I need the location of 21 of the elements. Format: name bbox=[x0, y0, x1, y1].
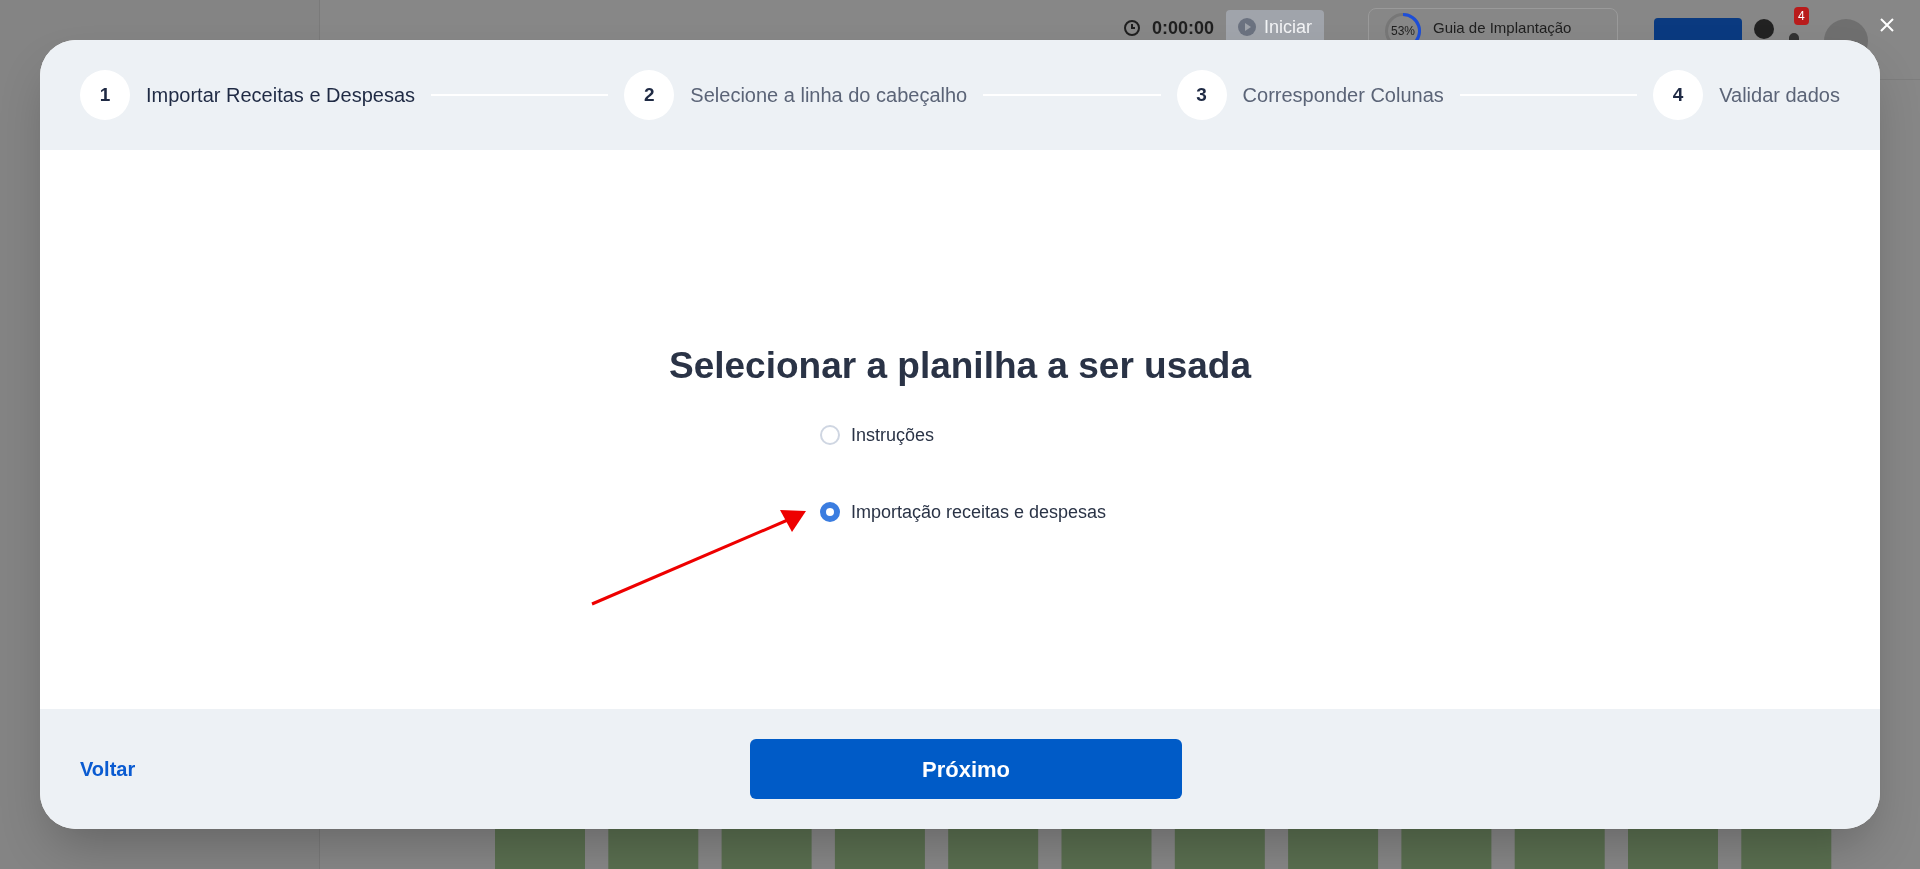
timer: 0:00:00 bbox=[1151, 19, 1214, 37]
clock-icon bbox=[1123, 20, 1140, 36]
close-icon[interactable] bbox=[1879, 17, 1895, 33]
radio-button[interactable] bbox=[819, 502, 840, 522]
radio-option[interactable]: Importação receitas e despesas bbox=[819, 498, 1107, 526]
progress-percent: 53% bbox=[1391, 25, 1415, 37]
guide-title: Guia de Implantação bbox=[1433, 18, 1572, 38]
step-number: 1 bbox=[80, 70, 130, 120]
step-label: Importar Receitas e Despesas bbox=[146, 83, 415, 108]
step-number: 3 bbox=[1176, 70, 1227, 120]
step-label: Validar dados bbox=[1719, 83, 1840, 108]
step-number: 2 bbox=[624, 70, 675, 120]
next-button[interactable]: Próximo bbox=[750, 739, 1182, 799]
back-link[interactable]: Voltar bbox=[80, 754, 136, 784]
radio-option[interactable]: Instruções bbox=[819, 421, 934, 449]
step-label: Selecione a linha do cabeçalho bbox=[690, 83, 968, 108]
play-icon bbox=[1238, 18, 1256, 36]
dialog-heading: Selecionar a planilha a ser usada bbox=[669, 344, 1251, 388]
notification-badge: 4 bbox=[1794, 7, 1809, 25]
step-label: Corresponder Colunas bbox=[1242, 83, 1444, 108]
step-number: 4 bbox=[1653, 70, 1704, 120]
